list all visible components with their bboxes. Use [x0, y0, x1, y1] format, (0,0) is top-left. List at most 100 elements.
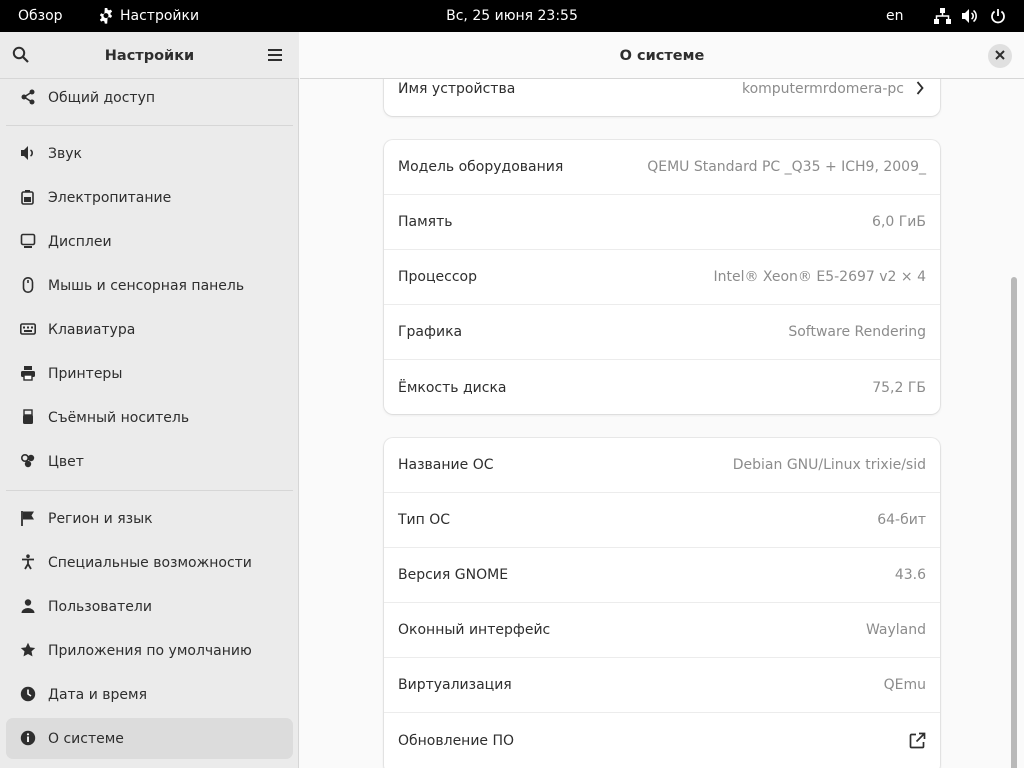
speaker-icon	[20, 145, 36, 161]
software-updates-row[interactable]: Обновление ПО	[384, 713, 940, 768]
content-pane: О системе Имя устройства komputermrdomer…	[300, 32, 1024, 768]
disk-capacity-row: Ёмкость диска 75,2 ГБ	[384, 360, 940, 414]
flag-icon	[20, 510, 36, 526]
sidebar: Настройки Общий доступ Звук Электропитан…	[0, 32, 299, 768]
input-language-button[interactable]: en	[886, 0, 904, 32]
virtualization-row: Виртуализация QEmu	[384, 658, 940, 713]
chevron-right-icon	[916, 81, 924, 99]
sidebar-item-label: Специальные возможности	[48, 554, 252, 571]
os-type-row: Тип ОС 64-бит	[384, 493, 940, 548]
star-icon	[20, 642, 36, 658]
close-button[interactable]	[988, 44, 1012, 68]
sidebar-item-printers[interactable]: Принтеры	[6, 353, 293, 394]
sidebar-item-color[interactable]: Цвет	[6, 441, 293, 482]
row-value: 75,2 ГБ	[872, 379, 926, 396]
sidebar-item-label: Приложения по умолчанию	[48, 642, 252, 659]
search-icon[interactable]	[12, 46, 30, 68]
device-name-card: Имя устройства komputermrdomera-pc	[384, 79, 940, 116]
sidebar-divider	[6, 490, 293, 491]
color-icon	[20, 453, 36, 469]
row-value: 43.6	[894, 567, 926, 583]
keyboard-icon	[20, 321, 36, 337]
mouse-icon	[20, 277, 36, 293]
sidebar-item-date-time[interactable]: Дата и время	[6, 674, 293, 715]
sidebar-list: Общий доступ Звук Электропитание Дисплеи…	[0, 79, 299, 768]
sidebar-header: Настройки	[0, 32, 299, 79]
os-card: Название ОС Debian GNU/Linux trixie/sid …	[384, 438, 940, 768]
row-label: Тип ОС	[398, 512, 451, 528]
row-label: Процессор	[398, 269, 477, 285]
row-value: Software Rendering	[788, 324, 926, 340]
row-label: Ёмкость диска	[398, 379, 507, 396]
settings-window: Настройки Общий доступ Звук Электропитан…	[0, 32, 1024, 768]
activities-button[interactable]: Обзор	[18, 0, 63, 32]
volume-icon[interactable]	[961, 0, 979, 32]
sidebar-item-power[interactable]: Электропитание	[6, 177, 293, 218]
display-icon	[20, 233, 36, 249]
sidebar-item-label: Клавиатура	[48, 321, 136, 338]
info-icon	[20, 730, 36, 746]
hamburger-menu-icon[interactable]	[267, 47, 283, 67]
sidebar-item-users[interactable]: Пользователи	[6, 586, 293, 627]
os-name-row: Название ОС Debian GNU/Linux trixie/sid	[384, 438, 940, 493]
page-title: О системе	[619, 47, 705, 64]
content-body: Имя устройства komputermrdomera-pc Модел…	[300, 79, 1024, 768]
hardware-model-row: Модель оборудования QEMU Standard PC _Q3…	[384, 140, 940, 195]
processor-row: Процессор Intel® Xeon® E5-2697 v2 × 4	[384, 250, 940, 305]
sidebar-item-accessibility[interactable]: Специальные возможности	[6, 542, 293, 583]
sidebar-item-label: Дисплеи	[48, 233, 112, 250]
gear-icon	[98, 8, 114, 24]
sidebar-item-label: Регион и язык	[48, 510, 153, 527]
power-icon[interactable]	[990, 0, 1006, 32]
sidebar-item-label: Пользователи	[48, 598, 152, 615]
sidebar-item-label: Принтеры	[48, 365, 123, 382]
network-icon[interactable]	[934, 0, 951, 32]
top-bar: Обзор Настройки Вс, 25 июня 23:55 en	[0, 0, 1024, 32]
printer-icon	[20, 365, 36, 381]
sidebar-item-sharing[interactable]: Общий доступ	[6, 79, 293, 118]
graphics-row: Графика Software Rendering	[384, 305, 940, 360]
external-link-icon	[908, 732, 926, 754]
sidebar-item-label: Дата и время	[48, 686, 147, 703]
accessibility-icon	[20, 554, 36, 570]
close-icon	[995, 48, 1005, 64]
sidebar-item-about[interactable]: О системе	[6, 718, 293, 759]
hardware-card: Модель оборудования QEMU Standard PC _Q3…	[384, 140, 940, 414]
app-menu-button[interactable]: Настройки	[98, 0, 199, 32]
sidebar-item-label: О системе	[48, 730, 124, 747]
sidebar-item-label: Звук	[48, 145, 82, 162]
sidebar-item-default-apps[interactable]: Приложения по умолчанию	[6, 630, 293, 671]
sidebar-item-label: Мышь и сенсорная панель	[48, 277, 245, 294]
sidebar-item-removable-media[interactable]: Съёмный носитель	[6, 397, 293, 438]
sidebar-item-keyboard[interactable]: Клавиатура	[6, 309, 293, 350]
row-value: 64-бит	[877, 512, 926, 528]
row-label: Графика	[398, 324, 463, 340]
clock-button[interactable]: Вс, 25 июня 23:55	[446, 8, 578, 24]
row-value: 6,0 ГиБ	[872, 214, 926, 230]
row-label: Модель оборудования	[398, 159, 564, 175]
sidebar-title: Настройки	[104, 47, 195, 64]
row-value: komputermrdomera-pc	[741, 80, 904, 97]
sidebar-item-mouse[interactable]: Мышь и сенсорная панель	[6, 265, 293, 306]
row-label: Оконный интерфейс	[398, 622, 551, 638]
row-value: Wayland	[865, 622, 926, 638]
users-icon	[20, 598, 36, 614]
row-value: QEmu	[883, 677, 926, 693]
row-value: Intel® Xeon® E5-2697 v2 × 4	[713, 269, 926, 285]
content-header: О системе	[300, 32, 1024, 79]
device-name-row[interactable]: Имя устройства komputermrdomera-pc	[384, 79, 940, 116]
sidebar-item-sound[interactable]: Звук	[6, 133, 293, 174]
sidebar-item-region[interactable]: Регион и язык	[6, 498, 293, 539]
sidebar-item-label: Общий доступ	[48, 89, 156, 106]
scrollbar-thumb[interactable]	[1011, 277, 1017, 768]
row-label: Версия GNOME	[398, 567, 509, 583]
share-icon	[20, 89, 36, 105]
sidebar-item-label: Цвет	[48, 453, 84, 470]
row-label: Имя устройства	[398, 80, 516, 97]
row-label: Название ОС	[398, 457, 494, 473]
usb-icon	[20, 409, 36, 425]
gnome-version-row: Версия GNOME 43.6	[384, 548, 940, 603]
clock-icon	[20, 686, 36, 702]
sidebar-item-displays[interactable]: Дисплеи	[6, 221, 293, 262]
windowing-system-row: Оконный интерфейс Wayland	[384, 603, 940, 658]
